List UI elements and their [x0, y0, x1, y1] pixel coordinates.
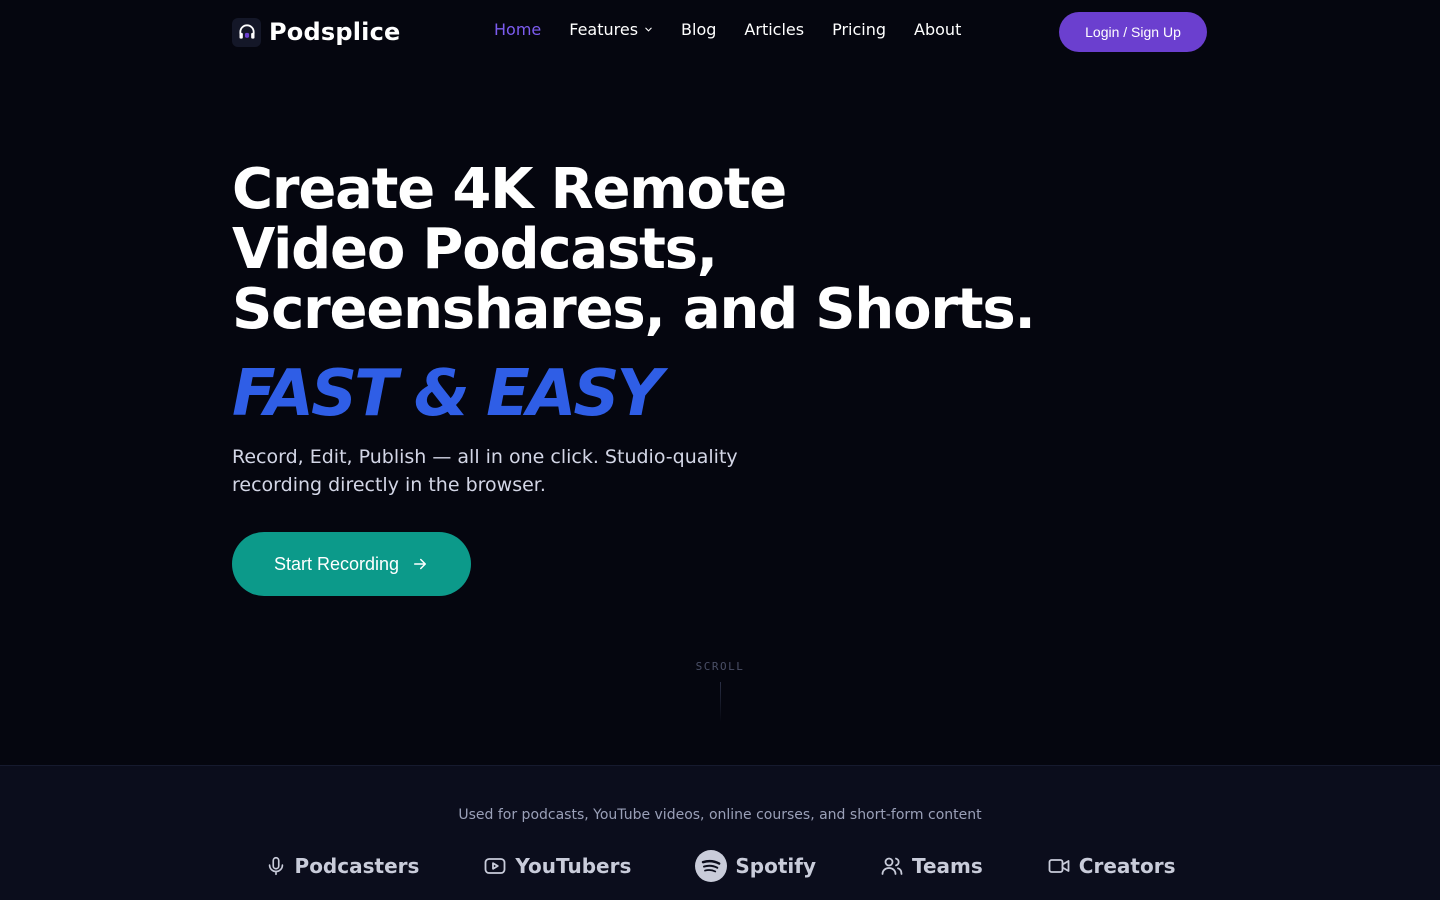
headphones-icon — [232, 17, 261, 47]
brand-name: Podsplice — [269, 18, 401, 46]
start-recording-button[interactable]: Start Recording — [232, 532, 471, 596]
brand-logo[interactable]: Podsplice — [232, 17, 400, 47]
video-camera-icon — [1048, 859, 1070, 873]
youtube-icon — [485, 858, 506, 874]
arrow-right-icon — [414, 558, 427, 570]
nav-articles[interactable]: Articles — [744, 20, 804, 39]
users-icon — [881, 857, 903, 875]
hero-accent-text: FAST & EASY — [232, 357, 663, 431]
hero-subtitle: Record, Edit, Publish — all in one click… — [232, 446, 738, 496]
nav-home[interactable]: Home — [494, 20, 541, 39]
audience-caption: Used for podcasts, YouTube videos, onlin… — [458, 807, 982, 823]
landing-page: Podsplice Home Features Blog Articles Pr… — [0, 0, 1440, 900]
scroll-indicator-line — [720, 682, 721, 722]
audience-item-teams: Teams — [880, 850, 983, 882]
nav-about[interactable]: About — [914, 20, 961, 39]
audience-label: YouTubers — [515, 854, 632, 878]
audience-label: Spotify — [735, 854, 816, 878]
microphone-icon — [268, 856, 283, 876]
audience-item-creators: Creators — [1047, 850, 1176, 882]
nav-features[interactable]: Features — [569, 20, 653, 39]
hero-title: Create 4K Remote Video Podcasts, Screens… — [232, 157, 1036, 342]
login-signup-button[interactable]: Login / Sign Up — [1059, 12, 1207, 52]
chevron-down-icon — [645, 27, 652, 32]
scroll-hint: SCROLL — [695, 660, 745, 673]
main-menu: Home Features Blog Articles Pricing Abou… — [494, 20, 961, 39]
hero-title-line-2: Video Podcasts, — [232, 217, 718, 282]
top-nav: Podsplice Home Features Blog Articles Pr… — [0, 0, 1440, 64]
audience-item-youtubers: YouTubers — [483, 850, 631, 882]
audience-label: Teams — [912, 854, 983, 878]
audience-list: Podcasters YouTubers Spotify Teams Creat… — [0, 850, 1440, 882]
nav-features-label: Features — [569, 20, 639, 39]
start-recording-label: Start Recording — [273, 553, 400, 574]
audience-label: Creators — [1078, 854, 1176, 878]
hero-title-line-1: Create 4K Remote — [232, 157, 787, 222]
audience-label: Podcasters — [294, 854, 420, 878]
nav-pricing[interactable]: Pricing — [832, 20, 886, 39]
audience-band: Used for podcasts, YouTube videos, onlin… — [0, 765, 1440, 900]
audience-item-spotify: Spotify — [695, 850, 816, 882]
nav-blog[interactable]: Blog — [681, 20, 716, 39]
hero-title-line-3: Screenshares, and Shorts. — [232, 277, 1036, 342]
spotify-icon — [695, 850, 728, 882]
audience-item-podcasters: Podcasters — [265, 850, 420, 882]
